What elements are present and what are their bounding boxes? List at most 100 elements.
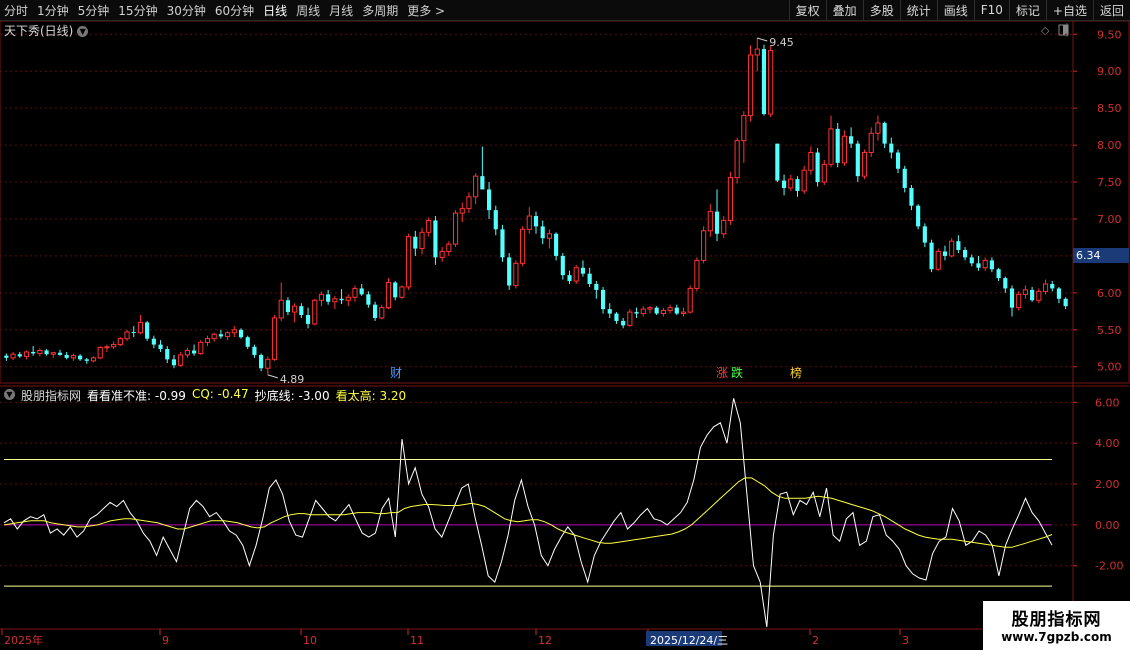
candle-body-122 — [821, 163, 827, 183]
action-button-1[interactable]: 叠加 — [825, 0, 863, 20]
candle-body-123 — [828, 128, 834, 165]
event-marker-0: 财 — [390, 366, 402, 380]
candle-body-45 — [305, 315, 311, 324]
price-tick-label-1: 9.00 — [1097, 65, 1122, 78]
candle-body-43 — [292, 305, 298, 313]
action-button-8[interactable]: 返回 — [1092, 0, 1130, 20]
ind-tick-label-1: 4.00 — [1095, 437, 1120, 450]
tab-period-3[interactable]: 15分钟 — [118, 2, 157, 19]
candle-body-116 — [781, 180, 787, 188]
candle-body-119 — [801, 169, 807, 192]
candle-body-27 — [184, 349, 190, 356]
action-button-7[interactable]: +自选 — [1045, 0, 1093, 20]
candle-body-156 — [1050, 284, 1055, 289]
action-button-2[interactable]: 多股 — [862, 0, 900, 20]
tab-period-5[interactable]: 60分钟 — [215, 2, 254, 19]
tab-period-9[interactable]: 多周期 — [362, 2, 398, 19]
candle-body-19 — [131, 332, 136, 334]
action-button-3[interactable]: 统计 — [899, 0, 937, 20]
candle-body-76 — [513, 262, 519, 286]
action-button-6[interactable]: 标记 — [1008, 0, 1046, 20]
candle-body-80 — [540, 226, 545, 239]
candle-body-109 — [734, 140, 740, 179]
action-button-0[interactable]: 复权 — [788, 0, 826, 20]
candle-body-68 — [459, 208, 465, 214]
candle-body-102 — [687, 287, 693, 313]
tab-period-4[interactable]: 30分钟 — [167, 2, 206, 19]
candle-body-147 — [989, 260, 994, 270]
tab-period-2[interactable]: 5分钟 — [78, 2, 110, 19]
candle-body-5 — [37, 349, 43, 354]
candle-body-99 — [667, 307, 673, 312]
tab-period-6[interactable]: 日线 — [263, 2, 287, 19]
time-label-3: 11 — [410, 634, 424, 647]
panel-toggle-fill — [1063, 25, 1068, 35]
indicator-header: ▼ 股朋指标网 看看准不准: -0.99 CQ: -0.47 抄底线: -3.00 看… — [4, 387, 406, 404]
candle-body-11 — [78, 355, 83, 360]
candle-body-55 — [373, 304, 378, 318]
indicator-value-2: 抄底线: -3.00 — [254, 389, 330, 403]
time-label-0: 2025年 — [4, 633, 43, 647]
candle-body-10 — [70, 355, 76, 359]
high-pointer — [757, 37, 768, 42]
price-tick-label-0: 9.50 — [1097, 28, 1122, 41]
candle-body-140 — [942, 251, 948, 256]
low-price-label: 4.89 — [280, 373, 305, 386]
candle-body-150 — [1009, 288, 1015, 308]
candle-body-103 — [694, 259, 700, 289]
candle-body-31 — [211, 333, 217, 340]
candle-body-134 — [902, 168, 907, 188]
ind-tick-label-3: 0.00 — [1095, 519, 1120, 532]
tab-period-1[interactable]: 1分钟 — [37, 2, 69, 19]
candle-body-155 — [1042, 283, 1049, 292]
candle-body-100 — [674, 307, 679, 314]
candle-body-158 — [1063, 298, 1068, 307]
candle-body-51 — [345, 296, 351, 301]
candle-body-7 — [50, 352, 56, 355]
candle-body-39 — [265, 358, 271, 369]
candle-body-146 — [982, 259, 988, 269]
candle-body-6 — [44, 350, 49, 355]
chevron-down-icon[interactable]: ▼ — [77, 26, 89, 37]
price-tick-label-3: 8.00 — [1097, 139, 1122, 152]
series-line-1 — [3, 477, 1053, 548]
indicator-settings-icon[interactable]: ▼ — [4, 389, 15, 400]
tab-period-7[interactable]: 周线 — [296, 2, 320, 19]
candle-body-128 — [861, 152, 868, 177]
candle-body-61 — [413, 236, 418, 249]
chart-area[interactable]: ◇9.509.008.508.007.507.006.506.005.505.0… — [0, 21, 1130, 650]
candle-body-63 — [426, 219, 432, 233]
candle-body-30 — [204, 338, 211, 343]
candle-body-121 — [815, 152, 820, 183]
candle-body-8 — [57, 352, 63, 355]
candle-body-70 — [473, 175, 479, 198]
candle-body-120 — [808, 152, 814, 171]
candle-body-115 — [775, 143, 780, 181]
candle-body-98 — [660, 310, 666, 315]
candle-body-86 — [580, 267, 586, 274]
candle-body-81 — [546, 233, 552, 239]
tab-period-0[interactable]: 分时 — [4, 2, 28, 19]
candle-body-101 — [680, 311, 687, 315]
indicator-value-3: 看太高: 3.20 — [335, 389, 407, 403]
price-tick-label-2: 8.50 — [1097, 102, 1122, 115]
candle-body-26 — [178, 354, 184, 366]
candle-body-32 — [218, 334, 223, 337]
watermark-url: www.7gpzb.com — [1001, 630, 1112, 644]
price-tick-label-5: 7.00 — [1097, 213, 1122, 226]
candle-body-0 — [4, 355, 9, 358]
candle-body-28 — [191, 350, 197, 354]
watermark-title: 股朋指标网 — [1011, 610, 1102, 630]
action-button-4[interactable]: 画线 — [936, 0, 974, 20]
candle-body-41 — [278, 299, 284, 319]
candle-body-111 — [747, 54, 754, 117]
candle-body-74 — [500, 229, 505, 258]
tab-period-8[interactable]: 月线 — [329, 2, 353, 19]
candle-body-53 — [359, 288, 364, 295]
series-line-0 — [3, 398, 1053, 628]
candle-body-59 — [399, 286, 405, 298]
tab-period-10[interactable]: 更多 > — [407, 2, 445, 19]
candle-body-79 — [533, 216, 539, 227]
candle-body-92 — [621, 320, 626, 326]
action-button-5[interactable]: F10 — [973, 0, 1009, 20]
